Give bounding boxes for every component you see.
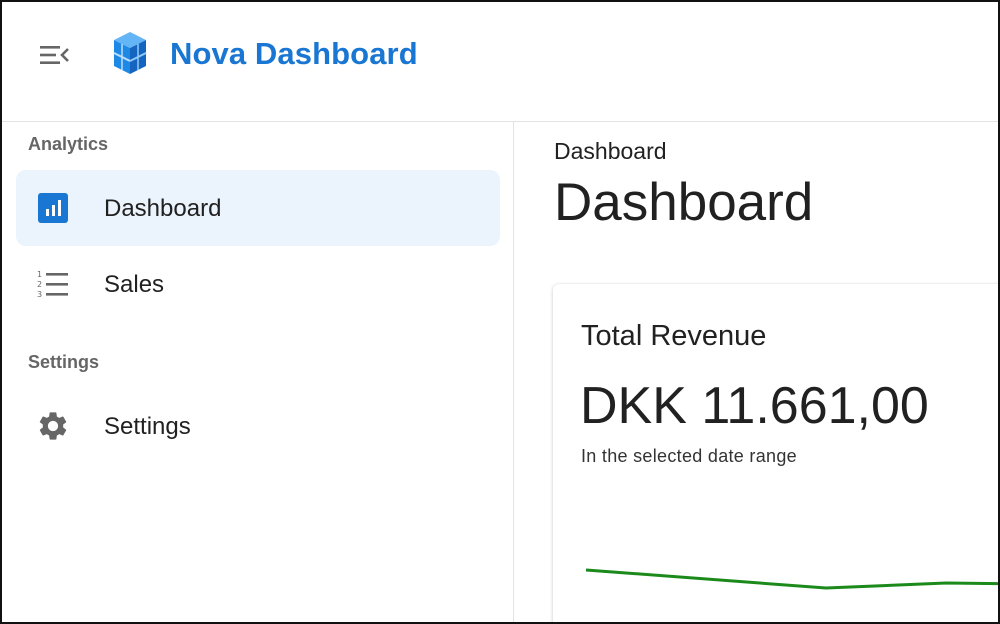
sidebar-item-label: Dashboard bbox=[104, 195, 222, 222]
page-title: Dashboard bbox=[554, 173, 814, 232]
bar-chart-icon bbox=[36, 192, 70, 224]
card-title: Total Revenue bbox=[581, 320, 767, 352]
svg-text:1: 1 bbox=[37, 270, 42, 279]
total-revenue-card: Total Revenue DKK 11.661,00 In the selec… bbox=[553, 284, 998, 622]
section-title-settings: Settings bbox=[28, 352, 100, 372]
sparkline-line bbox=[585, 568, 998, 590]
svg-text:3: 3 bbox=[37, 290, 42, 299]
revenue-sparkline bbox=[585, 568, 998, 590]
sidebar-item-sales[interactable]: 1 2 3 Sales bbox=[16, 246, 500, 322]
sidebar-item-label: Sales bbox=[104, 271, 165, 298]
gear-icon bbox=[36, 410, 70, 442]
menu-open-icon bbox=[40, 46, 69, 64]
sidebar: Analytics Dashboard 1 2 3 Sales Settings… bbox=[2, 122, 514, 622]
card-caption: In the selected date range bbox=[581, 446, 797, 466]
breadcrumb: Dashboard bbox=[554, 138, 667, 164]
menu-toggle-button[interactable] bbox=[34, 38, 74, 72]
section-title-analytics: Analytics bbox=[28, 134, 109, 154]
numbered-list-icon: 1 2 3 bbox=[36, 268, 70, 300]
app-title: Nova Dashboard bbox=[170, 36, 418, 71]
main-content: Dashboard Dashboard Total Revenue DKK 11… bbox=[515, 122, 998, 622]
app-header: Nova Dashboard bbox=[2, 2, 998, 122]
revenue-value: DKK 11.661,00 bbox=[580, 377, 929, 435]
sidebar-item-label: Settings bbox=[104, 413, 191, 440]
sidebar-item-settings[interactable]: Settings bbox=[16, 388, 500, 464]
svg-text:2: 2 bbox=[37, 280, 42, 289]
stacked-blocks-logo bbox=[108, 28, 152, 76]
app-window: Nova Dashboard Analytics Dashboard 1 2 3 bbox=[0, 0, 1000, 624]
sidebar-item-dashboard[interactable]: Dashboard bbox=[16, 170, 500, 246]
